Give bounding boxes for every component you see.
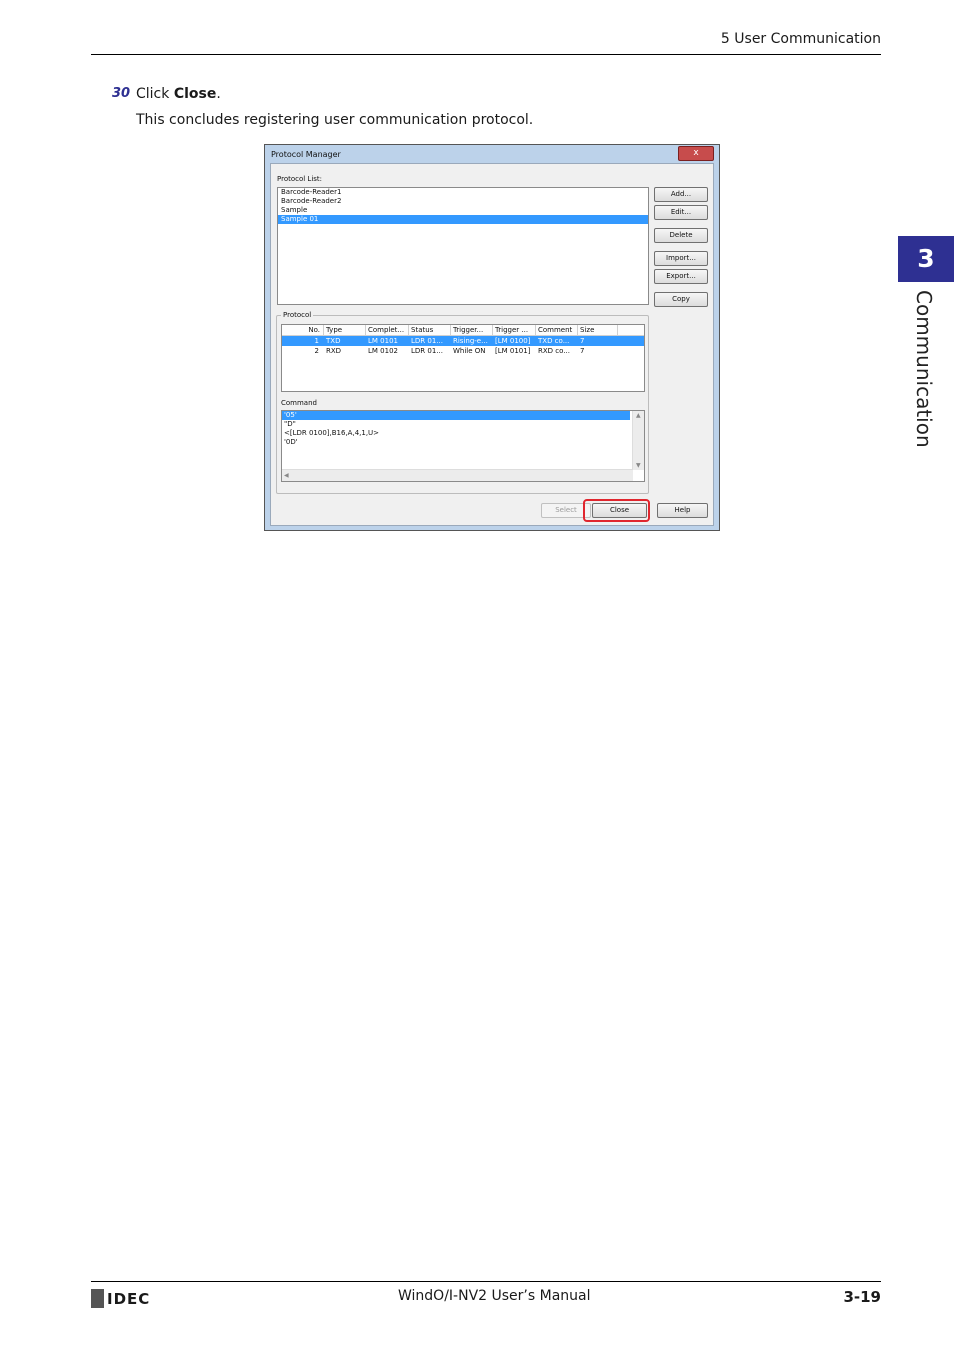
list-item[interactable]: Barcode-Reader2 bbox=[278, 197, 648, 206]
header-rule bbox=[91, 54, 881, 55]
table-cell: [LM 0101] bbox=[495, 347, 531, 355]
table-cell: LM 0101 bbox=[368, 337, 398, 345]
column-header[interactable]: Trigger... bbox=[451, 325, 493, 335]
step-bold-term: Close bbox=[173, 86, 217, 102]
step-text-before: Click bbox=[136, 86, 174, 102]
protocol-group-label: Protocol bbox=[281, 311, 314, 319]
table-cell: LDR 01... bbox=[411, 337, 443, 345]
protocol-manager-dialog: Protocol Manager x Protocol List: Barcod… bbox=[264, 144, 720, 531]
command-label: Command bbox=[281, 399, 317, 407]
logo-mark bbox=[91, 1289, 104, 1308]
horizontal-scrollbar[interactable]: ◀ bbox=[282, 469, 633, 481]
scroll-down-arrow-icon[interactable]: ▼ bbox=[636, 462, 641, 469]
chapter-label: Communication bbox=[912, 290, 936, 448]
table-cell: TXD bbox=[326, 337, 341, 345]
protocol-table[interactable]: No. Type Complet... Status Trigger... Tr… bbox=[281, 324, 645, 392]
copy-button[interactable]: Copy bbox=[654, 292, 708, 307]
table-cell: [LM 0100] bbox=[495, 337, 531, 345]
column-header[interactable]: Complet... bbox=[366, 325, 409, 335]
logo-text: IDEC bbox=[107, 1289, 151, 1308]
list-item[interactable]: Sample bbox=[278, 206, 648, 215]
add-button[interactable]: Add... bbox=[654, 187, 708, 202]
table-cell: Rising-e... bbox=[453, 337, 488, 345]
command-line[interactable]: "D" bbox=[282, 420, 644, 429]
footer-logo: IDEC bbox=[91, 1289, 150, 1308]
column-header[interactable]: No. bbox=[282, 325, 324, 335]
table-cell: TXD co... bbox=[538, 337, 570, 345]
table-cell: 2 bbox=[314, 347, 319, 355]
table-cell: RXD co... bbox=[538, 347, 570, 355]
delete-button[interactable]: Delete bbox=[654, 228, 708, 243]
table-cell: While ON bbox=[453, 347, 486, 355]
table-row[interactable]: 2 RXD LM 0102 LDR 01... While ON [LM 010… bbox=[282, 346, 644, 356]
column-header[interactable]: Type bbox=[324, 325, 366, 335]
protocol-listbox[interactable]: Barcode-Reader1 Barcode-Reader2 Sample S… bbox=[277, 187, 649, 305]
help-button[interactable]: Help bbox=[657, 503, 708, 518]
step-description: This concludes registering user communic… bbox=[136, 112, 534, 128]
table-cell: 7 bbox=[580, 347, 585, 355]
command-line-selected[interactable]: '05' bbox=[282, 411, 630, 420]
table-header: No. Type Complet... Status Trigger... Tr… bbox=[282, 325, 644, 336]
table-cell: LM 0102 bbox=[368, 347, 398, 355]
dialog-close-button[interactable]: x bbox=[678, 146, 714, 161]
export-button[interactable]: Export... bbox=[654, 269, 708, 284]
footer-page-number: 3-19 bbox=[843, 1288, 881, 1306]
dialog-client-area: Protocol List: Barcode-Reader1 Barcode-R… bbox=[270, 163, 714, 526]
close-icon: x bbox=[693, 148, 699, 158]
table-cell: LDR 01... bbox=[411, 347, 443, 355]
step-instruction: Click Close. bbox=[136, 86, 221, 102]
list-item[interactable]: Barcode-Reader1 bbox=[278, 188, 648, 197]
column-header[interactable]: Comment bbox=[536, 325, 578, 335]
footer-rule bbox=[91, 1281, 881, 1282]
import-button[interactable]: Import... bbox=[654, 251, 708, 266]
command-line[interactable]: <[LDR 0100],B16,A,4,1,U> bbox=[282, 429, 644, 438]
step-number: 30 bbox=[112, 86, 131, 101]
column-header[interactable]: Size bbox=[578, 325, 618, 335]
scroll-up-arrow-icon[interactable]: ▲ bbox=[636, 412, 641, 419]
column-header[interactable]: Trigger ... bbox=[493, 325, 536, 335]
table-cell: 1 bbox=[314, 337, 319, 345]
command-box[interactable]: '05' "D" <[LDR 0100],B16,A,4,1,U> '0D' ▲… bbox=[281, 410, 645, 482]
scroll-left-arrow-icon[interactable]: ◀ bbox=[284, 472, 289, 479]
close-button-highlight bbox=[583, 499, 650, 522]
dialog-title: Protocol Manager bbox=[271, 150, 341, 159]
table-cell: 7 bbox=[580, 337, 585, 345]
column-header[interactable]: Status bbox=[409, 325, 451, 335]
chapter-tab: 3 bbox=[898, 236, 954, 282]
edit-button[interactable]: Edit... bbox=[654, 205, 708, 220]
command-line[interactable]: '0D' bbox=[282, 438, 644, 447]
header-section-title: 5 User Communication bbox=[720, 31, 881, 47]
footer-manual-title: WindO/I-NV2 User’s Manual bbox=[398, 1288, 591, 1304]
list-item-selected[interactable]: Sample 01 bbox=[278, 215, 648, 224]
table-row[interactable]: 1 TXD LM 0101 LDR 01... Rising-e... [LM … bbox=[282, 336, 644, 346]
protocol-list-label: Protocol List: bbox=[277, 175, 323, 183]
table-cell: RXD bbox=[326, 347, 342, 355]
vertical-scrollbar[interactable]: ▲ ▼ bbox=[632, 411, 644, 470]
step-text-after: . bbox=[216, 86, 221, 102]
